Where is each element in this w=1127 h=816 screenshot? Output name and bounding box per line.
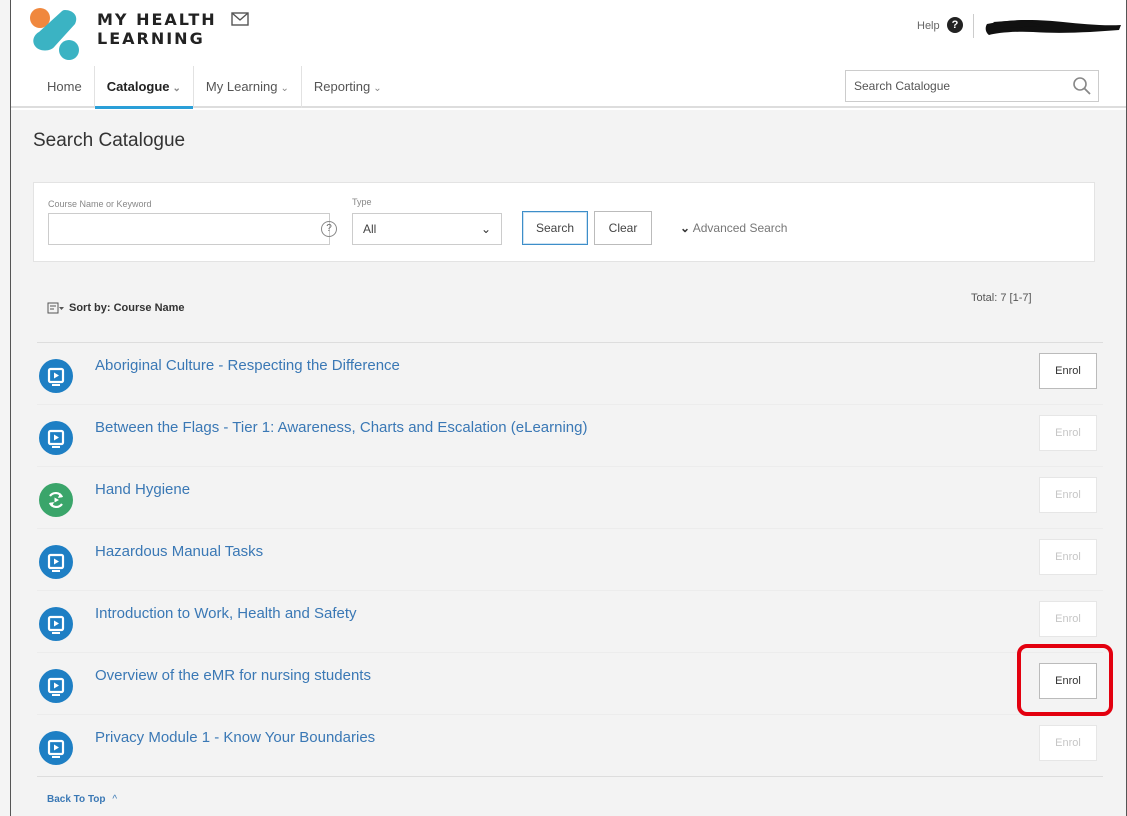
annotation-highlight-box <box>1017 644 1113 716</box>
app-frame: MY HEALTH LEARNING Help ? Home Catalogue… <box>10 0 1127 816</box>
nav-my-learning[interactable]: My Learning ⌄ <box>194 66 302 108</box>
header-search-input[interactable] <box>846 71 1056 101</box>
nav-catalogue-label: Catalogue <box>106 79 170 94</box>
course-title-link[interactable]: Hazardous Manual Tasks <box>95 543 263 560</box>
brand-line-1: MY HEALTH <box>97 10 217 29</box>
course-row: Between the Flags - Tier 1: Awareness, C… <box>37 405 1103 467</box>
header-search <box>845 70 1099 102</box>
chevron-up-icon: ^ <box>112 794 118 805</box>
nav-home[interactable]: Home <box>35 66 95 108</box>
enrol-button[interactable]: Enrol <box>1039 353 1097 389</box>
search-button[interactable]: Search <box>522 211 588 245</box>
nav-my-learning-label: My Learning <box>205 79 278 94</box>
main-content: Search Catalogue Course Name or Keyword … <box>11 110 1126 816</box>
search-panel: Course Name or Keyword ? Type All ⌄ Sear… <box>33 182 1095 262</box>
keyword-label: Course Name or Keyword <box>48 199 152 209</box>
play-icon <box>39 607 73 641</box>
enrol-button[interactable]: Enrol <box>1039 415 1097 451</box>
advanced-search-label: Advanced Search <box>692 221 788 235</box>
nav-reporting[interactable]: Reporting ⌄ <box>302 66 394 108</box>
help-link[interactable]: Help <box>917 20 940 32</box>
chevron-down-icon: ⌄ <box>480 222 491 236</box>
sort-control[interactable]: Sort by: Course Name <box>47 302 185 314</box>
sort-icon <box>47 302 64 314</box>
course-title-link[interactable]: Hand Hygiene <box>95 481 190 498</box>
back-to-top-link[interactable]: Back To Top ^ <box>47 794 117 805</box>
course-row: Overview of the eMR for nursing students… <box>37 653 1103 715</box>
chevron-down-icon: ⌄ <box>373 83 382 94</box>
play-icon <box>39 359 73 393</box>
chevron-down-icon: ⌄ <box>280 83 289 94</box>
type-select[interactable]: All ⌄ <box>352 213 502 245</box>
site-header: MY HEALTH LEARNING Help ? Home Catalogue… <box>11 0 1126 109</box>
brand-name: MY HEALTH LEARNING <box>97 10 217 48</box>
results-total: Total: 7 [1-7] <box>971 292 1032 304</box>
search-icon[interactable] <box>1072 76 1092 96</box>
course-title-link[interactable]: Introduction to Work, Health and Safety <box>95 605 357 622</box>
chevron-down-icon: ⌄ <box>680 221 691 235</box>
my-health-learning-logo[interactable] <box>25 6 85 62</box>
back-to-top-label: Back To Top <box>47 794 106 805</box>
main-nav: Home Catalogue ⌄ My Learning ⌄ Reporting ⌄ <box>35 66 394 109</box>
clear-button[interactable]: Clear <box>594 211 652 245</box>
sort-label: Sort by: Course Name <box>69 302 185 314</box>
page-title: Search Catalogue <box>33 130 186 151</box>
advanced-search-toggle[interactable]: ⌄ Advanced Search <box>680 221 787 235</box>
enrol-button[interactable]: Enrol <box>1039 601 1097 637</box>
nav-catalogue[interactable]: Catalogue ⌄ <box>94 66 194 109</box>
course-title-link[interactable]: Overview of the eMR for nursing students <box>95 667 371 684</box>
course-row: Aboriginal Culture - Respecting the Diff… <box>37 343 1103 405</box>
mail-icon[interactable] <box>231 12 249 26</box>
refresh-icon <box>39 483 73 517</box>
keyword-help-icon[interactable]: ? <box>321 221 337 237</box>
play-icon <box>39 669 73 703</box>
chevron-down-icon: ⌄ <box>172 83 181 94</box>
course-row: Privacy Module 1 - Know Your Boundaries E… <box>37 715 1103 777</box>
play-icon <box>39 421 73 455</box>
enrol-button[interactable]: Enrol <box>1039 539 1097 575</box>
keyword-field[interactable]: ? <box>48 213 337 245</box>
course-row: Introduction to Work, Health and Safety E… <box>37 591 1103 653</box>
course-row: Hazardous Manual Tasks Enrol <box>37 529 1103 591</box>
nav-home-label: Home <box>47 79 82 94</box>
course-row: Hand Hygiene Enrol <box>37 467 1103 529</box>
type-label: Type <box>352 197 372 207</box>
play-icon <box>39 545 73 579</box>
user-name-redacted[interactable] <box>983 16 1123 38</box>
course-title-link[interactable]: Aboriginal Culture - Respecting the Diff… <box>95 357 400 374</box>
nav-reporting-label: Reporting <box>313 79 371 94</box>
play-icon <box>39 731 73 765</box>
enrol-button[interactable]: Enrol <box>1039 725 1097 761</box>
course-title-link[interactable]: Privacy Module 1 - Know Your Boundaries <box>95 729 375 746</box>
divider <box>973 14 974 38</box>
enrol-button[interactable]: Enrol <box>1039 477 1097 513</box>
type-select-value: All <box>363 222 377 236</box>
brand-line-2: LEARNING <box>97 29 205 48</box>
help-icon[interactable]: ? <box>947 17 963 33</box>
course-list: Aboriginal Culture - Respecting the Diff… <box>37 342 1103 777</box>
course-title-link[interactable]: Between the Flags - Tier 1: Awareness, C… <box>95 419 588 436</box>
